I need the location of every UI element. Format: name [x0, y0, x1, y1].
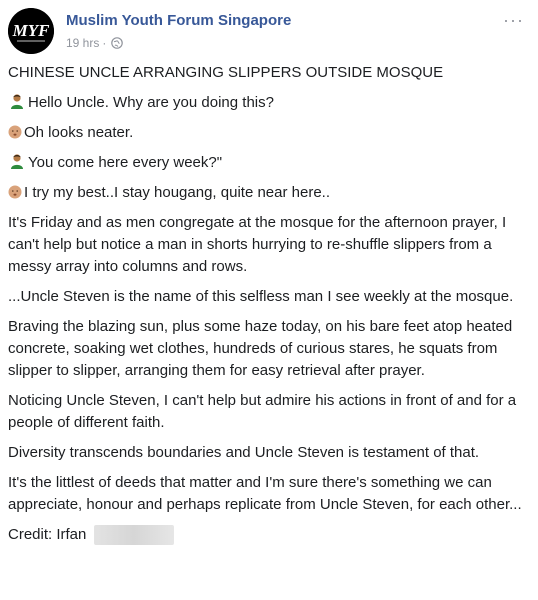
facebook-post: MYF Muslim Youth Forum Singapore 19 hrs …: [0, 0, 538, 600]
dialogue-line: You come here every week?": [8, 152, 523, 174]
dialogue-text: Oh looks neater.: [24, 124, 134, 141]
post-meta: 19 hrs ·: [66, 36, 124, 50]
face-emoji-icon: [8, 125, 22, 139]
more-options-icon[interactable]: ···: [503, 10, 524, 31]
post-header: MYF Muslim Youth Forum Singapore 19 hrs …: [8, 6, 530, 56]
post-body: CHINESE UNCLE ARRANGING SLIPPERS OUTSIDE…: [8, 62, 523, 546]
redacted-name-blur: [94, 525, 175, 545]
face-emoji-icon: [8, 185, 22, 199]
man-emoji-icon: [11, 94, 23, 109]
myf-logo: MYF: [8, 8, 54, 54]
globe-icon[interactable]: [111, 37, 124, 49]
post-paragraph: Diversity transcends boundaries and Uncl…: [8, 444, 480, 461]
post-paragraph: Noticing Uncle Steven, I can't help but …: [8, 392, 517, 431]
dialogue-text: Hello Uncle. Why are you doing this?: [28, 94, 274, 111]
dialogue-line: Hello Uncle. Why are you doing this?: [8, 92, 523, 114]
logo-text: MYF: [12, 21, 51, 40]
post-paragraph: It's the littlest of deeds that matter a…: [8, 474, 522, 513]
post-paragraph: ...Uncle Steven is the name of this self…: [8, 288, 514, 305]
man-emoji-icon: [11, 154, 23, 169]
post-paragraph: It's Friday and as men congregate at the…: [8, 214, 507, 275]
page-avatar[interactable]: MYF: [8, 8, 54, 54]
dialogue-line: I try my best..I stay hougang, quite nea…: [8, 182, 523, 204]
dialogue-text: I try my best..I stay hougang, quite nea…: [24, 184, 330, 201]
dialogue-line: Oh looks neater.: [8, 122, 523, 144]
post-timestamp[interactable]: 19 hrs: [66, 36, 99, 50]
page-name-link[interactable]: Muslim Youth Forum Singapore: [66, 12, 291, 29]
meta-separator: ·: [102, 36, 107, 50]
credit-line: Credit: Irfan: [8, 524, 523, 546]
credit-text: Credit: Irfan: [8, 526, 87, 543]
dialogue-text: You come here every week?": [28, 154, 223, 171]
post-paragraph: Braving the blazing sun, plus some haze …: [8, 318, 513, 379]
post-title: CHINESE UNCLE ARRANGING SLIPPERS OUTSIDE…: [8, 64, 444, 81]
